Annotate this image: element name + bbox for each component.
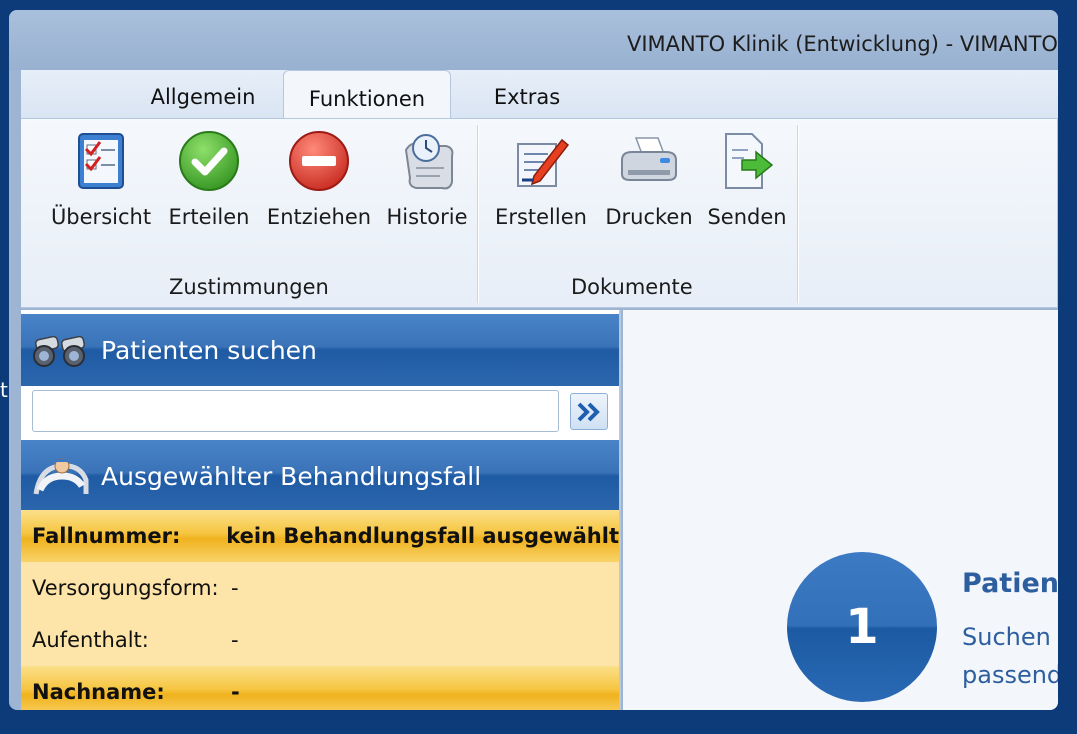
document-pen-icon: [509, 129, 573, 193]
window-title: VIMANTO Klinik (Entwicklung) - VIMANTO: [627, 32, 1058, 56]
printer-icon: [617, 129, 681, 193]
drucken-button[interactable]: Drucken: [599, 129, 699, 239]
row-key: Aufenthalt:: [32, 628, 149, 652]
checklist-icon: [69, 129, 133, 193]
row-value: -: [231, 576, 239, 600]
entziehen-label: Entziehen: [266, 205, 372, 229]
senden-label: Senden: [707, 205, 787, 229]
table-row: Versorgungsform: -: [21, 562, 619, 614]
app-window: VIMANTO Klinik (Entwicklung) - VIMANTO A…: [9, 10, 1058, 710]
tab-extras[interactable]: Extras: [473, 70, 581, 118]
step-description-line: passend: [962, 661, 1058, 689]
ribbon-panel: Übersicht Erteilen Entziehen Historie Zu…: [21, 118, 1058, 308]
patient-search-title: Patienten suchen: [101, 335, 317, 365]
erteilen-label: Erteilen: [168, 205, 250, 229]
ribbon-group-separator: [477, 125, 479, 303]
selected-case-title: Ausgewählter Behandlungsfall: [101, 461, 482, 491]
tab-allgemein[interactable]: Allgemein: [139, 70, 267, 118]
step-description: Suchen passend: [962, 618, 1058, 694]
left-panel: Patienten suchen Ausgewählter Behandlung…: [21, 310, 621, 710]
senden-button[interactable]: Senden: [701, 129, 793, 239]
table-row: Fallnummer: kein Behandlungsfall ausgewä…: [21, 510, 619, 562]
document-send-icon: [715, 129, 779, 193]
selected-case-header: Ausgewählter Behandlungsfall: [21, 440, 619, 512]
binoculars-icon: [21, 330, 101, 370]
historie-button[interactable]: Historie: [379, 129, 475, 239]
ribbon-group-separator: [797, 125, 799, 303]
row-key: Fallnummer:: [32, 524, 181, 548]
green-check-icon: [177, 129, 241, 193]
main-content-area: 1 Patient Suchen passend: [623, 310, 1058, 710]
row-key: Nachname:: [32, 680, 165, 704]
table-row: Aufenthalt: -: [21, 614, 619, 666]
row-key: Versorgungsform:: [32, 576, 219, 600]
tab-funktionen[interactable]: Funktionen: [283, 70, 451, 120]
double-chevron-right-icon: [577, 402, 600, 421]
group-label-zustimmungen: Zustimmungen: [169, 275, 329, 299]
patient-search-input[interactable]: [32, 390, 559, 432]
entziehen-button[interactable]: Entziehen: [261, 129, 377, 239]
uebersicht-label: Übersicht: [50, 205, 152, 229]
red-minus-icon: [287, 129, 351, 193]
stray-background-text: t: [0, 378, 8, 402]
table-row: Nachname: -: [21, 666, 619, 710]
historie-label: Historie: [386, 205, 468, 229]
title-bar[interactable]: VIMANTO Klinik (Entwicklung) - VIMANTO: [9, 10, 1058, 70]
step-title: Patient: [962, 568, 1058, 599]
bed-patient-icon: [21, 454, 101, 498]
erstellen-label: Erstellen: [495, 205, 587, 229]
uebersicht-button[interactable]: Übersicht: [41, 129, 161, 239]
erstellen-button[interactable]: Erstellen: [485, 129, 597, 239]
ribbon-tab-strip: Allgemein Funktionen Extras: [21, 70, 1058, 120]
erteilen-button[interactable]: Erteilen: [159, 129, 259, 239]
history-scroll-clock-icon: [395, 129, 459, 193]
group-label-dokumente: Dokumente: [571, 275, 693, 299]
drucken-label: Drucken: [605, 205, 693, 229]
row-value: kein Behandlungsfall ausgewählt: [226, 524, 619, 548]
row-value: -: [231, 628, 239, 652]
patient-search-header: Patienten suchen: [21, 314, 619, 386]
row-value: -: [231, 680, 240, 704]
step-description-line: Suchen: [962, 623, 1051, 651]
search-go-button[interactable]: [570, 393, 608, 430]
step-number-badge: 1: [787, 552, 937, 702]
selected-case-table: Fallnummer: kein Behandlungsfall ausgewä…: [21, 510, 619, 710]
